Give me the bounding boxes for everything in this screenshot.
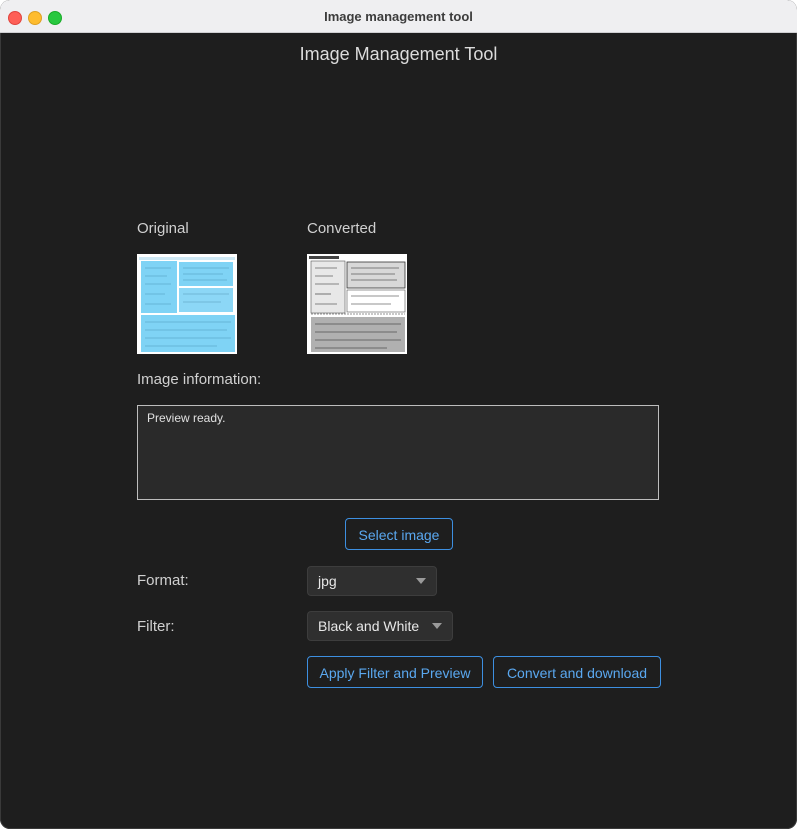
select-image-button[interactable]: Select image (345, 518, 453, 550)
converted-image-thumbnail (307, 254, 407, 354)
original-image-preview (137, 254, 237, 354)
chevron-down-icon (432, 623, 442, 629)
original-label: Original (137, 220, 189, 237)
filter-select-value: Black and White (318, 618, 420, 634)
converted-image-preview (307, 254, 407, 354)
apply-filter-preview-button[interactable]: Apply Filter and Preview (307, 656, 483, 688)
converted-label: Converted (307, 220, 377, 237)
format-label: Format: (137, 572, 189, 589)
format-select-value: jpg (318, 573, 337, 589)
window-title: Image management tool (324, 9, 473, 24)
convert-download-button[interactable]: Convert and download (493, 656, 661, 688)
title-bar[interactable]: Image management tool (0, 0, 797, 33)
format-select[interactable]: jpg (307, 566, 437, 596)
app-window: Image management tool Image Management T… (0, 0, 797, 829)
image-information-textarea[interactable]: Preview ready. (137, 405, 659, 500)
filter-select[interactable]: Black and White (307, 611, 453, 641)
image-information-label: Image information: (137, 371, 262, 388)
chevron-down-icon (416, 578, 426, 584)
app-title: Image Management Tool (299, 44, 498, 64)
image-information-text: Preview ready. (147, 411, 226, 425)
filter-label: Filter: (137, 618, 175, 635)
original-image-thumbnail (137, 254, 237, 354)
